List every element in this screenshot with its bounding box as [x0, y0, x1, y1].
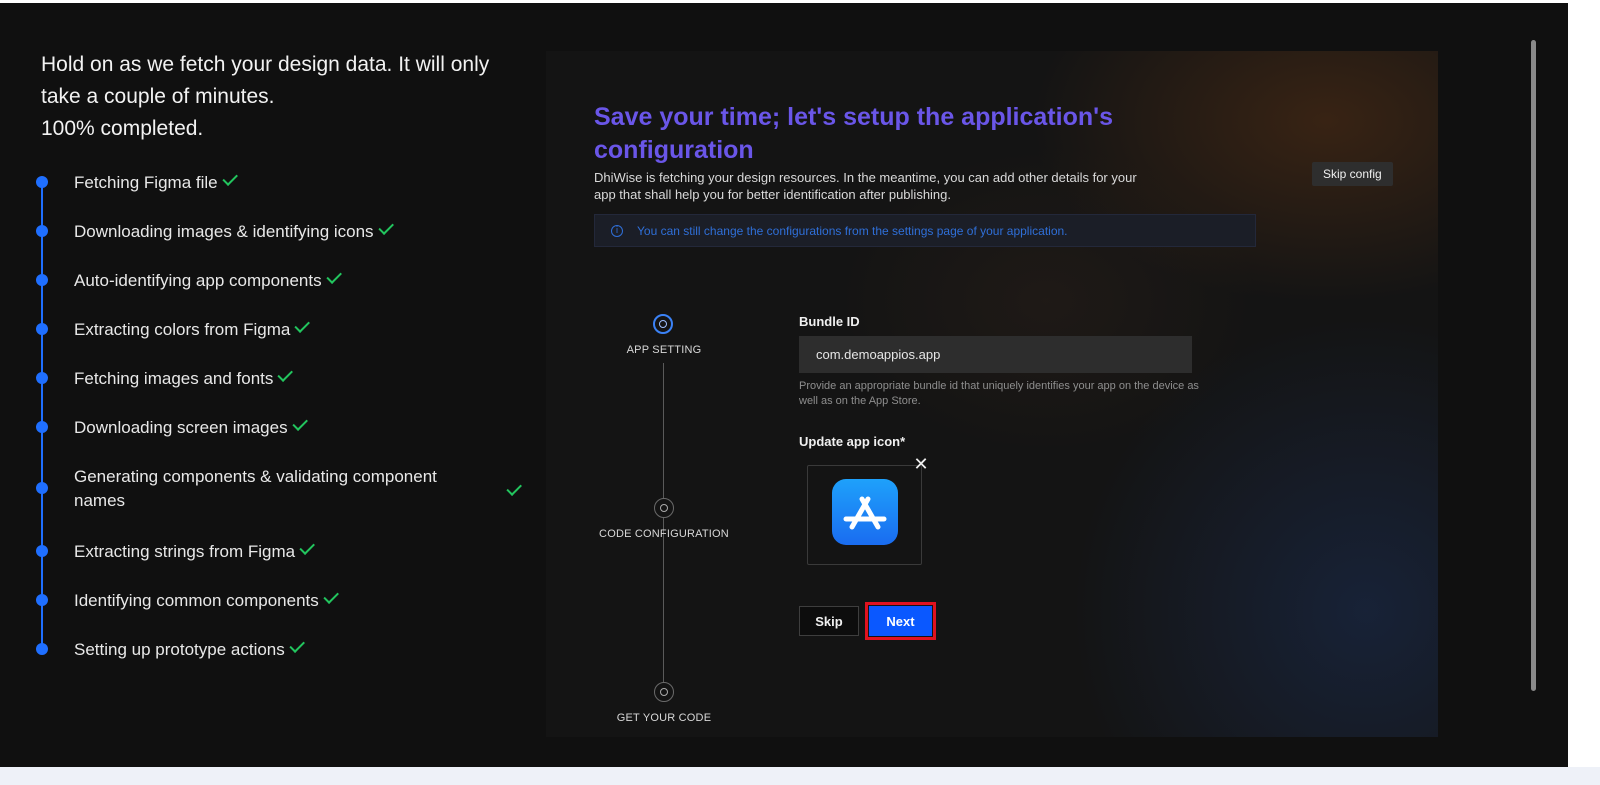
timeline-dot	[36, 421, 48, 433]
stepper-label-app-setting[interactable]: APP SETTING	[574, 344, 754, 356]
next-button[interactable]: Next	[869, 606, 932, 636]
info-banner-text: You can still change the configurations …	[637, 223, 1068, 238]
timeline-dot	[36, 482, 48, 494]
progress-step: Downloading images & identifying icons	[36, 219, 396, 244]
check-icon	[323, 588, 339, 604]
app-icon-label: Update app icon*	[799, 434, 906, 449]
app-icon-upload[interactable]	[807, 465, 922, 565]
progress-step: Downloading screen images	[36, 415, 310, 440]
check-icon	[299, 539, 316, 555]
config-description: DhiWise is fetching your design resource…	[594, 170, 1137, 202]
stepper-label-code-configuration[interactable]: CODE CONFIGURATION	[574, 528, 754, 540]
stepper-connector	[663, 363, 664, 503]
progress-step: Setting up prototype actions	[36, 637, 307, 662]
timeline-dot	[36, 274, 48, 286]
settings-icon	[654, 498, 674, 518]
progress-step-label: Fetching images and fonts	[74, 369, 274, 388]
progress-step: Generating components & validating compo…	[36, 465, 474, 513]
settings-icon	[653, 314, 673, 334]
check-icon	[222, 170, 238, 186]
progress-step-label: Extracting strings from Figma	[74, 542, 296, 561]
timeline-dot	[36, 225, 48, 237]
check-icon	[291, 415, 308, 431]
window-gutter	[1568, 0, 1600, 785]
timeline-dot	[36, 643, 48, 655]
progress-step-label: Setting up prototype actions	[74, 640, 285, 659]
close-icon[interactable]: ✕	[912, 456, 930, 474]
progress-percent: 100% completed.	[41, 117, 204, 140]
progress-step-label: Fetching Figma file	[74, 173, 218, 192]
progress-step: Fetching images and fonts	[36, 366, 295, 391]
progress-step: Auto-identifying app components	[36, 268, 344, 293]
stepper-label-get-your-code[interactable]: GET YOUR CODE	[574, 712, 754, 724]
timeline-dot	[36, 594, 48, 606]
check-icon	[277, 366, 294, 382]
timeline-dot	[36, 176, 48, 188]
settings-icon	[654, 682, 674, 702]
main-frame: Hold on as we fetch your design data. It…	[0, 3, 1568, 767]
timeline-dot	[36, 545, 48, 557]
bundle-id-label: Bundle ID	[799, 314, 860, 329]
progress-step: Extracting colors from Figma	[36, 317, 312, 342]
bottom-strip	[0, 767, 1600, 785]
progress-step-label: Identifying common components	[74, 591, 319, 610]
progress-step-label: Generating components & validating compo…	[74, 467, 437, 510]
app-store-icon	[832, 479, 898, 545]
progress-step-label: Downloading images & identifying icons	[74, 222, 374, 241]
progress-step: Identifying common components	[36, 588, 341, 613]
bundle-id-input[interactable]	[799, 336, 1192, 373]
progress-step: Fetching Figma file	[36, 170, 240, 195]
check-icon	[506, 480, 522, 496]
progress-step-label: Auto-identifying app components	[74, 271, 322, 290]
stepper-connector	[663, 517, 664, 687]
timeline-dot	[36, 323, 48, 335]
bundle-id-help: Provide an appropriate bundle id that un…	[799, 380, 1199, 407]
progress-step: Extracting strings from Figma	[36, 539, 317, 564]
progress-title: Hold on as we fetch your design data. It…	[41, 53, 490, 108]
info-banner: i You can still change the configuration…	[594, 214, 1256, 247]
skip-button[interactable]: Skip	[799, 606, 859, 636]
progress-step-label: Extracting colors from Figma	[74, 320, 291, 339]
scrollbar[interactable]	[1531, 40, 1536, 691]
check-icon	[377, 219, 394, 235]
skip-config-button[interactable]: Skip config	[1312, 162, 1393, 186]
check-icon	[294, 317, 311, 333]
timeline-dot	[36, 372, 48, 384]
config-panel: Save your time; let's setup the applicat…	[546, 51, 1438, 737]
info-circle-icon: i	[611, 224, 623, 237]
config-title: Save your time; let's setup the applicat…	[594, 103, 1113, 164]
check-icon	[326, 268, 342, 284]
check-icon	[289, 637, 305, 653]
progress-step-label: Downloading screen images	[74, 418, 288, 437]
